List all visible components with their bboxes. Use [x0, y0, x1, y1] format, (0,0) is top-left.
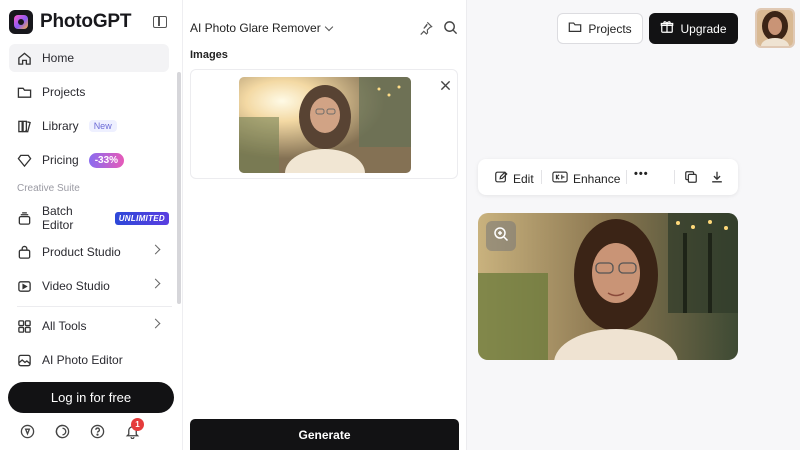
sidebar-item-pricing[interactable]: Pricing -33%: [9, 146, 169, 174]
sidebar-item-projects[interactable]: Projects: [9, 78, 169, 106]
sidebar-scrollbar[interactable]: [177, 72, 181, 304]
unlimited-badge: UNLIMITED: [114, 211, 169, 225]
toolbar-divider: [626, 170, 627, 184]
sidebar-item-ai-photo-editor[interactable]: AI Photo Editor: [9, 346, 169, 374]
sidebar-item-label: Projects: [42, 85, 86, 99]
images-section-label: Images: [190, 49, 228, 61]
download-button[interactable]: [710, 170, 724, 187]
grid-icon: [17, 319, 32, 334]
home-icon: [17, 51, 32, 66]
zoom-in-button[interactable]: [486, 221, 516, 251]
sidebar-item-batch-editor[interactable]: Batch Editor UNLIMITED: [9, 204, 169, 232]
chevron-right-icon: [150, 278, 161, 289]
tool-selector[interactable]: AI Photo Glare Remover: [190, 21, 333, 35]
sidebar-item-label: Batch Editor: [42, 204, 74, 232]
remove-image-icon[interactable]: [440, 78, 451, 91]
search-icon[interactable]: [443, 20, 458, 35]
chevron-right-icon: [150, 244, 161, 255]
toolbar-divider: [541, 170, 542, 184]
folder-icon: [568, 20, 582, 37]
sidebar-divider: [17, 306, 172, 307]
app-name: PhotoGPT: [40, 11, 132, 32]
sidebar-item-label: All Tools: [42, 319, 87, 333]
sidebar-item-product-studio[interactable]: Product Studio: [9, 238, 169, 266]
gift-icon: [660, 20, 674, 37]
chevron-down-icon: [324, 22, 333, 31]
video-icon: [17, 279, 32, 294]
upgrade-button-label: Upgrade: [680, 21, 727, 36]
sidebar-item-label: Home: [42, 51, 75, 65]
chevron-right-icon: [150, 318, 161, 329]
download-icon: [710, 170, 724, 187]
section-label-creative-suite: Creative Suite: [17, 183, 80, 194]
more-icon: •••: [634, 168, 649, 180]
stack-icon: [17, 211, 32, 226]
result-toolbar: Edit Enhance •••: [478, 159, 738, 195]
sidebar: PhotoGPT Home Projects Library New Prici…: [0, 0, 183, 450]
sidebar-item-label: Product Studio: [42, 245, 121, 259]
library-icon: [17, 119, 32, 134]
projects-button-label: Projects: [588, 21, 632, 36]
discount-badge: -33%: [88, 152, 125, 168]
tool-panel: AI Photo Glare Remover Images Generate: [183, 0, 467, 450]
edit-label: Edit: [513, 171, 534, 186]
photo-edit-icon: [17, 353, 32, 368]
discord-icon[interactable]: [20, 424, 35, 444]
enhance-button[interactable]: Enhance: [552, 170, 620, 187]
brand[interactable]: PhotoGPT: [9, 10, 131, 34]
projects-button[interactable]: Projects: [557, 13, 643, 44]
bag-icon: [17, 245, 32, 260]
more-options-button[interactable]: •••: [634, 168, 649, 180]
folder-icon: [17, 85, 32, 100]
notification-count-badge: 1: [131, 418, 144, 431]
user-avatar[interactable]: [755, 8, 795, 48]
sidebar-item-label: Video Studio: [42, 279, 110, 293]
sidebar-item-home[interactable]: Home: [9, 44, 169, 72]
upgrade-button[interactable]: Upgrade: [649, 13, 738, 44]
theme-icon[interactable]: [55, 424, 70, 444]
enhance-icon: [552, 170, 568, 187]
new-badge: New: [88, 120, 117, 132]
sidebar-footer: [20, 424, 140, 444]
help-icon[interactable]: [90, 424, 105, 444]
sidebar-item-label: Pricing: [42, 153, 79, 167]
sidebar-item-video-studio[interactable]: Video Studio: [9, 272, 169, 300]
uploaded-image-thumbnail[interactable]: [239, 77, 411, 173]
sidebar-item-library[interactable]: Library New: [9, 112, 169, 140]
enhance-label: Enhance: [573, 171, 621, 186]
edit-button[interactable]: Edit: [494, 170, 534, 187]
generate-button[interactable]: Generate: [190, 419, 459, 450]
sidebar-item-label: Library: [42, 119, 79, 133]
sidebar-item-all-tools[interactable]: All Tools: [9, 312, 169, 340]
diamond-icon: [17, 153, 32, 168]
tool-title: AI Photo Glare Remover: [190, 21, 321, 35]
image-upload-card[interactable]: [190, 69, 458, 179]
photogpt-logo-icon: [9, 10, 33, 34]
copy-button[interactable]: [684, 170, 698, 187]
workspace: Projects Upgrade Edit Enhance •••: [467, 0, 800, 450]
login-button[interactable]: Log in for free: [8, 382, 174, 413]
sidebar-item-label: AI Photo Editor: [42, 353, 123, 367]
copy-icon: [684, 170, 698, 187]
result-image[interactable]: [478, 213, 738, 360]
edit-icon: [494, 170, 508, 187]
sidebar-collapse-icon[interactable]: [153, 16, 167, 28]
zoom-in-icon: [493, 226, 509, 247]
pin-icon[interactable]: [419, 21, 433, 35]
toolbar-divider: [674, 170, 675, 184]
